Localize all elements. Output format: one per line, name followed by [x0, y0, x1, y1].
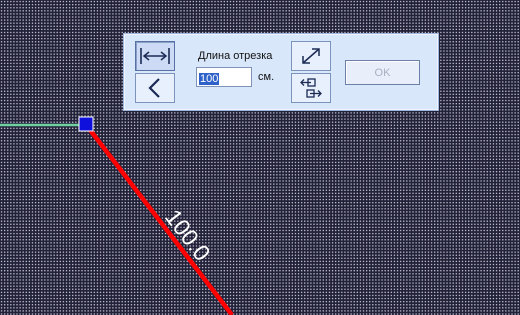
segment-vertex-handle[interactable]	[78, 116, 94, 132]
segment-length-icon	[138, 45, 172, 67]
segment-length-toolbar: Длина отрезка 100 см. OK	[123, 33, 439, 111]
angle-icon	[142, 76, 168, 100]
direction-toggle-icon	[297, 75, 325, 101]
diagonal-arrows-icon	[298, 44, 324, 68]
current-segment[interactable]	[85, 124, 234, 315]
length-mode-button[interactable]	[135, 41, 175, 71]
ok-button[interactable]: OK	[345, 60, 420, 85]
length-input-value: 100	[199, 73, 220, 85]
direction-button[interactable]	[291, 73, 331, 103]
unit-label: см.	[258, 71, 275, 83]
length-input[interactable]: 100	[196, 67, 252, 87]
resize-button[interactable]	[291, 41, 331, 71]
angle-mode-button[interactable]	[135, 73, 175, 103]
length-label: Длина отрезка	[198, 50, 273, 62]
